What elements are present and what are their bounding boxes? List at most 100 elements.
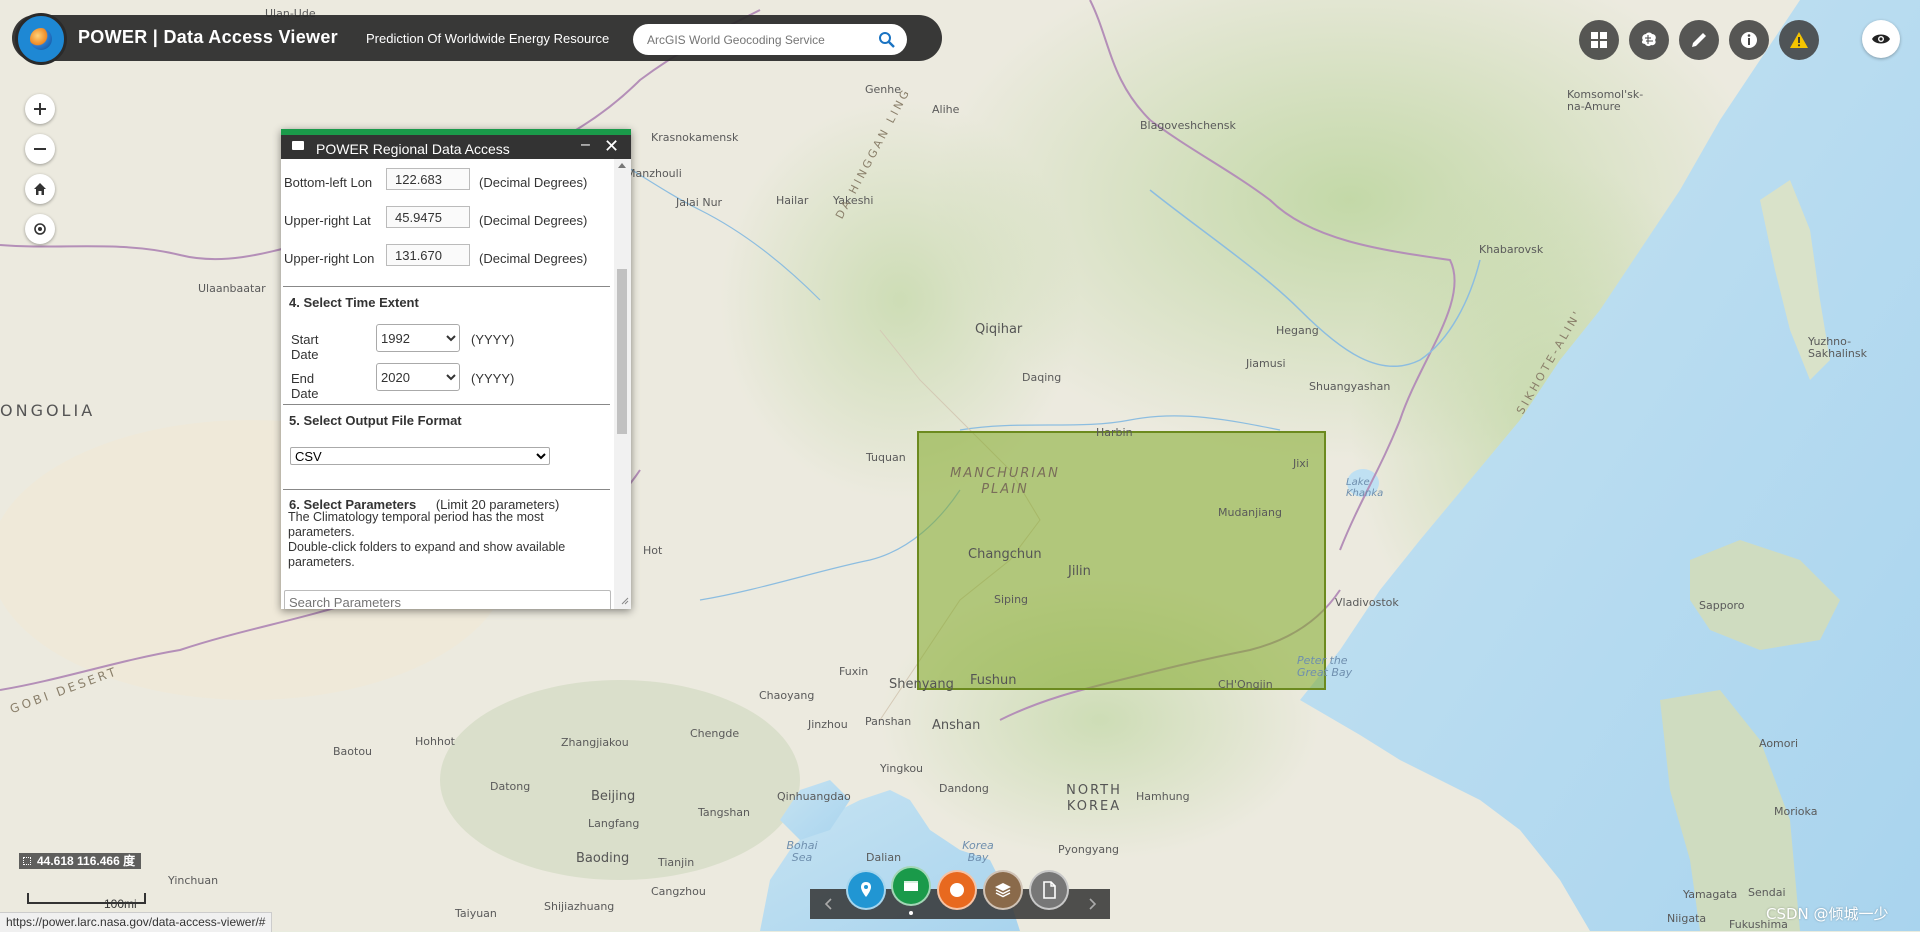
info-icon — [1741, 32, 1757, 48]
city-label: Fuxin — [839, 665, 869, 678]
city-label: CH'Ongjin — [1218, 678, 1273, 691]
map-pin-icon — [861, 882, 871, 897]
city-label: Baotou — [333, 745, 373, 758]
upper-right-lat-input[interactable] — [386, 206, 470, 228]
city-label: Dalian — [866, 851, 902, 864]
city-label: Changchun — [968, 547, 1042, 562]
draw-button[interactable] — [1679, 20, 1719, 60]
city-label: Jilin — [1068, 564, 1091, 579]
zoom-out-button[interactable] — [25, 134, 55, 164]
minimize-button[interactable]: – — [581, 136, 590, 154]
bay-label: Korea Bay — [962, 839, 994, 864]
city-label: Krasnokamensk — [651, 131, 739, 144]
city-label: Fushun — [970, 673, 1017, 688]
country-label: NORTH KOREA — [1066, 783, 1122, 814]
basemap-gallery-button[interactable] — [1579, 20, 1619, 60]
field-label: Upper-right Lon — [284, 251, 375, 266]
status-url: https://power.larc.nasa.gov/data-access-… — [0, 912, 273, 932]
country-label: ONGOLIA — [0, 401, 96, 420]
city-label: Qiqihar — [975, 322, 1023, 337]
city-label: Jalai Nur — [676, 196, 723, 209]
output-format-select[interactable]: CSV — [290, 447, 550, 465]
bottom-left-lon-input[interactable] — [386, 168, 470, 190]
city-label: Qinhuangdao — [777, 790, 851, 803]
section-title-format: 5. Select Output File Format — [289, 413, 462, 428]
regional-button[interactable] — [891, 866, 931, 906]
city-label: Jiamusi — [1246, 357, 1286, 370]
city-label: Panshan — [865, 715, 912, 728]
city-label: Vladivostok — [1335, 596, 1399, 609]
info-button[interactable] — [1729, 20, 1769, 60]
year-unit: (YYYY) — [471, 332, 515, 347]
close-button[interactable]: ✕ — [604, 136, 619, 157]
resize-handle-icon[interactable] — [619, 595, 629, 605]
field-unit: (Decimal Degrees) — [479, 251, 588, 266]
city-label: Hot — [643, 544, 663, 557]
city-label: Pyongyang — [1058, 843, 1120, 856]
city-label: Jinzhou — [808, 718, 848, 731]
city-label: Komsomol'sk-na-Amure — [1567, 88, 1644, 113]
geocode-search — [633, 24, 907, 55]
city-label: Morioka — [1774, 805, 1818, 818]
city-label: Alihe — [932, 103, 960, 116]
chevron-left-icon[interactable] — [822, 897, 836, 911]
layers-button[interactable] — [983, 870, 1023, 910]
region-label: MANCHURIAN PLAIN — [950, 466, 1060, 497]
coordinate-text: 44.618 116.466 度 — [37, 854, 136, 868]
city-label: Yingkou — [880, 762, 924, 775]
end-year-select[interactable]: 2020 — [376, 363, 460, 391]
documents-button[interactable] — [1029, 870, 1069, 910]
city-label: Jixi — [1293, 457, 1309, 470]
params-note-2: Double-click folders to expand and show … — [288, 540, 566, 569]
params-note-1: The Climatology temporal period has the … — [288, 510, 544, 539]
city-label: Langfang — [588, 817, 640, 830]
toggle-visibility-button[interactable] — [1862, 20, 1900, 58]
city-label: Chengde — [690, 727, 740, 740]
search-icon[interactable] — [877, 30, 897, 50]
field-label: Upper-right Lat — [284, 213, 371, 228]
upper-right-lon-input[interactable] — [386, 244, 470, 266]
locate-button[interactable] — [25, 214, 55, 244]
chevron-right-icon[interactable] — [1085, 897, 1099, 911]
city-label: Genhe — [865, 83, 902, 96]
city-label: Tianjin — [658, 856, 695, 869]
city-label: Hamhung — [1136, 790, 1190, 803]
home-button[interactable] — [25, 174, 55, 204]
city-label: Hailar — [776, 194, 809, 207]
city-label: Yinchuan — [168, 874, 219, 887]
parameter-search-input[interactable] — [284, 590, 611, 609]
city-label: Hegang — [1276, 324, 1319, 337]
alert-button[interactable] — [1779, 20, 1819, 60]
scroll-up-icon[interactable] — [618, 163, 626, 168]
city-label: Datong — [490, 780, 531, 793]
panel-titlebar[interactable]: POWER Regional Data Access – ✕ — [281, 135, 631, 159]
panel-title: POWER Regional Data Access — [316, 141, 510, 157]
panel-body: Bottom-left Lon (Decimal Degrees) Upper-… — [281, 159, 613, 609]
plus-icon — [34, 103, 46, 115]
window-icon — [292, 141, 304, 150]
start-year-select[interactable]: 1992 — [376, 324, 460, 352]
home-icon — [34, 183, 46, 195]
panel-scrollbar[interactable] — [614, 159, 631, 609]
single-point-button[interactable] — [846, 870, 886, 910]
active-indicator — [909, 911, 913, 915]
region-window-icon — [904, 881, 918, 891]
tutorial-button[interactable] — [1629, 20, 1669, 60]
city-label: Niigata — [1667, 912, 1707, 925]
power-logo[interactable] — [15, 13, 67, 65]
city-label: Beijing — [591, 789, 636, 804]
global-button[interactable] — [937, 870, 977, 910]
city-label: Shenyang — [889, 677, 954, 692]
city-label: Shijiazhuang — [544, 900, 615, 913]
city-label: Blagoveshchensk — [1140, 119, 1236, 132]
city-label: Yuzhno-Sakhalinsk — [1808, 335, 1867, 360]
zoom-in-button[interactable] — [25, 94, 55, 124]
search-input[interactable] — [645, 28, 869, 52]
crosshair-icon — [34, 223, 46, 235]
field-label: Bottom-left Lon — [284, 175, 373, 190]
city-label: Anshan — [932, 718, 981, 733]
scroll-thumb[interactable] — [617, 269, 627, 434]
city-label: Daqing — [1022, 371, 1062, 384]
field-unit: (Decimal Degrees) — [479, 175, 588, 190]
bay-label: Peter the Great Bay — [1297, 654, 1353, 679]
